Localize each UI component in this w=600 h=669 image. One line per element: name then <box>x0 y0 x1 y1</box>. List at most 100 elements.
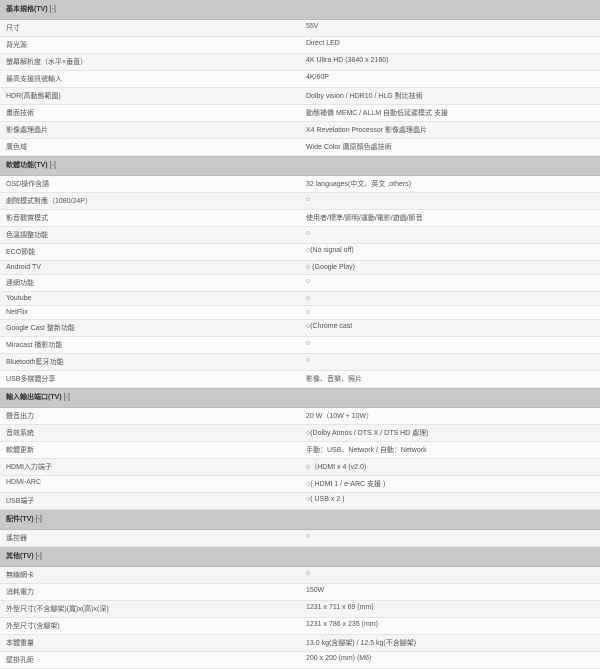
spec-value: Direct LED <box>300 37 600 53</box>
spec-label: 色溫調整功能 <box>0 227 300 243</box>
spec-row: 外型尺寸(不含腳架)(寬)x(高)x(深)1231 x 711 x 69 (mm… <box>0 601 600 618</box>
spec-value: 55V <box>300 20 600 36</box>
spec-label: 影音觀賞模式 <box>0 210 300 226</box>
spec-value: 13.0 kg(含腳架) / 12.5 kg(不含腳架) <box>300 635 600 651</box>
spec-row: 最高支援訊號輸入4K/60P <box>0 71 600 88</box>
spec-value: ○ <box>300 227 600 243</box>
section-header[interactable]: 配件(TV) [-] <box>0 510 600 530</box>
spec-value: ○(Chrome cast <box>300 320 600 336</box>
spec-label: OSD操作含語 <box>0 176 300 192</box>
spec-row: 色溫調整功能○ <box>0 227 600 244</box>
spec-value: 1231 x 786 x 235 (mm) <box>300 618 600 634</box>
spec-value: 200 x 200 (mm) (M6) <box>300 652 600 668</box>
spec-label: ECO節能 <box>0 244 300 260</box>
spec-value: X4 Revelation Processor 影像處理晶片 <box>300 122 600 138</box>
spec-value: 手動：USB、Network / 自動：Network <box>300 442 600 458</box>
spec-value: ○ <box>300 292 600 305</box>
spec-value: ○ <box>300 567 600 583</box>
spec-value: Dolby vision / HDR10 / HLG 對比技術 <box>300 88 600 104</box>
spec-label: HDR(高動態範圍) <box>0 88 300 104</box>
spec-row: NetFlix○ <box>0 306 600 320</box>
spec-value: 32 languages(中文、英文 ,others) <box>300 176 600 192</box>
spec-value: ○ (Google Play) <box>300 261 600 274</box>
spec-row: HDMI入力端子○（HDMI x 4 (v2.0) <box>0 459 600 476</box>
section-header[interactable]: 其他(TV) [-] <box>0 547 600 567</box>
spec-label: 壁掛孔距 <box>0 652 300 668</box>
section-header[interactable]: 輸入輸出端口(TV) [-] <box>0 388 600 408</box>
spec-label: HDMI-ARC <box>0 476 300 492</box>
spec-row: HDMI-ARC○( HDMI 1 / e-ARC 支援 ) <box>0 476 600 493</box>
spec-row: USB端子○( USB x 2 ) <box>0 493 600 510</box>
section-header[interactable]: 基本規格(TV) [-] <box>0 0 600 20</box>
spec-label: 螢幕解析度（水平×垂直） <box>0 54 300 70</box>
spec-row: Google Cast 整新功能○(Chrome cast <box>0 320 600 337</box>
spec-row: 螢幕解析度（水平×垂直）4K Ultra HD (3840 x 2160) <box>0 54 600 71</box>
spec-label: 軟體更新 <box>0 442 300 458</box>
spec-label: 消耗電力 <box>0 584 300 600</box>
collapse-toggle-icon[interactable]: [-] <box>48 6 56 13</box>
spec-label: 背光源 <box>0 37 300 53</box>
spec-row: 連網功能○ <box>0 275 600 292</box>
spec-value: 動態補償 MEMC / ALLM 自動低延遲模式 支援 <box>300 105 600 121</box>
spec-label: 遙控器 <box>0 530 300 546</box>
spec-value: ○( HDMI 1 / e-ARC 支援 ) <box>300 476 600 492</box>
spec-row: 尺寸55V <box>0 20 600 37</box>
section-header[interactable]: 軟體功能(TV) [-] <box>0 156 600 176</box>
collapse-toggle-icon[interactable]: [-] <box>62 394 70 401</box>
spec-row: 外型尺寸(含腳架)1231 x 786 x 235 (mm) <box>0 618 600 635</box>
spec-row: Youtube○ <box>0 292 600 306</box>
spec-row: 消耗電力150W <box>0 584 600 601</box>
spec-label: 音效系統 <box>0 425 300 441</box>
spec-value: 4K Ultra HD (3840 x 2160) <box>300 54 600 70</box>
spec-value: 1231 x 711 x 69 (mm) <box>300 601 600 617</box>
spec-label: 無線網卡 <box>0 567 300 583</box>
spec-value: ○ <box>300 306 600 319</box>
section-title: 軟體功能(TV) <box>6 162 48 169</box>
spec-value: 4K/60P <box>300 71 600 87</box>
spec-label: 影像處理晶片 <box>0 122 300 138</box>
spec-row: 聲音出力20 W（10W + 10W） <box>0 408 600 425</box>
spec-row: 影像處理晶片X4 Revelation Processor 影像處理晶片 <box>0 122 600 139</box>
spec-value: 影像、音樂、照片 <box>300 371 600 387</box>
spec-label: 廣色域 <box>0 139 300 155</box>
spec-row: 影音觀賞模式使用者/標準/節明/運動/電影/遊戲/節音 <box>0 210 600 227</box>
spec-row: 音效系統○(Dolby Atmos / DTS X / DTS HD 處理) <box>0 425 600 442</box>
spec-value: ○ <box>300 354 600 370</box>
spec-label: HDMI入力端子 <box>0 459 300 475</box>
spec-row: ECO節能○(No signal off) <box>0 244 600 261</box>
spec-value: Wide Color 廣原顏色處技術 <box>300 139 600 155</box>
spec-row: 背光源Direct LED <box>0 37 600 54</box>
spec-value: ○( USB x 2 ) <box>300 493 600 509</box>
spec-value: 150W <box>300 584 600 600</box>
spec-label: USB多媒體分享 <box>0 371 300 387</box>
spec-label: 畫面技術 <box>0 105 300 121</box>
spec-value: 使用者/標準/節明/運動/電影/遊戲/節音 <box>300 210 600 226</box>
spec-value: ○(Dolby Atmos / DTS X / DTS HD 處理) <box>300 425 600 441</box>
spec-row: 遙控器○ <box>0 530 600 547</box>
spec-row: 軟體更新手動：USB、Network / 自動：Network <box>0 442 600 459</box>
spec-row: Android TV○ (Google Play) <box>0 261 600 275</box>
collapse-toggle-icon[interactable]: [-] <box>34 553 42 560</box>
spec-row: HDR(高動態範圍)Dolby vision / HDR10 / HLG 對比技… <box>0 88 600 105</box>
spec-label: NetFlix <box>0 306 300 319</box>
spec-row: USB多媒體分享影像、音樂、照片 <box>0 371 600 388</box>
spec-row: Bluetooth藍牙功能○ <box>0 354 600 371</box>
collapse-toggle-icon[interactable]: [-] <box>48 162 56 169</box>
spec-value: ○ <box>300 193 600 209</box>
section-title: 基本規格(TV) <box>6 6 48 13</box>
spec-label: USB端子 <box>0 493 300 509</box>
section-title: 配件(TV) <box>6 516 34 523</box>
spec-label: Bluetooth藍牙功能 <box>0 354 300 370</box>
spec-label: 本體重量 <box>0 635 300 651</box>
collapse-toggle-icon[interactable]: [-] <box>34 516 42 523</box>
spec-row: 畫面技術動態補償 MEMC / ALLM 自動低延遲模式 支援 <box>0 105 600 122</box>
spec-label: 尺寸 <box>0 20 300 36</box>
spec-row: 壁掛孔距200 x 200 (mm) (M6) <box>0 652 600 669</box>
spec-label: Youtube <box>0 292 300 305</box>
spec-label: 聲音出力 <box>0 408 300 424</box>
spec-row: 本體重量13.0 kg(含腳架) / 12.5 kg(不含腳架) <box>0 635 600 652</box>
spec-value: ○ <box>300 530 600 546</box>
spec-row: 劇院模式對應（1080/24P）○ <box>0 193 600 210</box>
spec-label: 連網功能 <box>0 275 300 291</box>
spec-label: Miracast 播影功能 <box>0 337 300 353</box>
